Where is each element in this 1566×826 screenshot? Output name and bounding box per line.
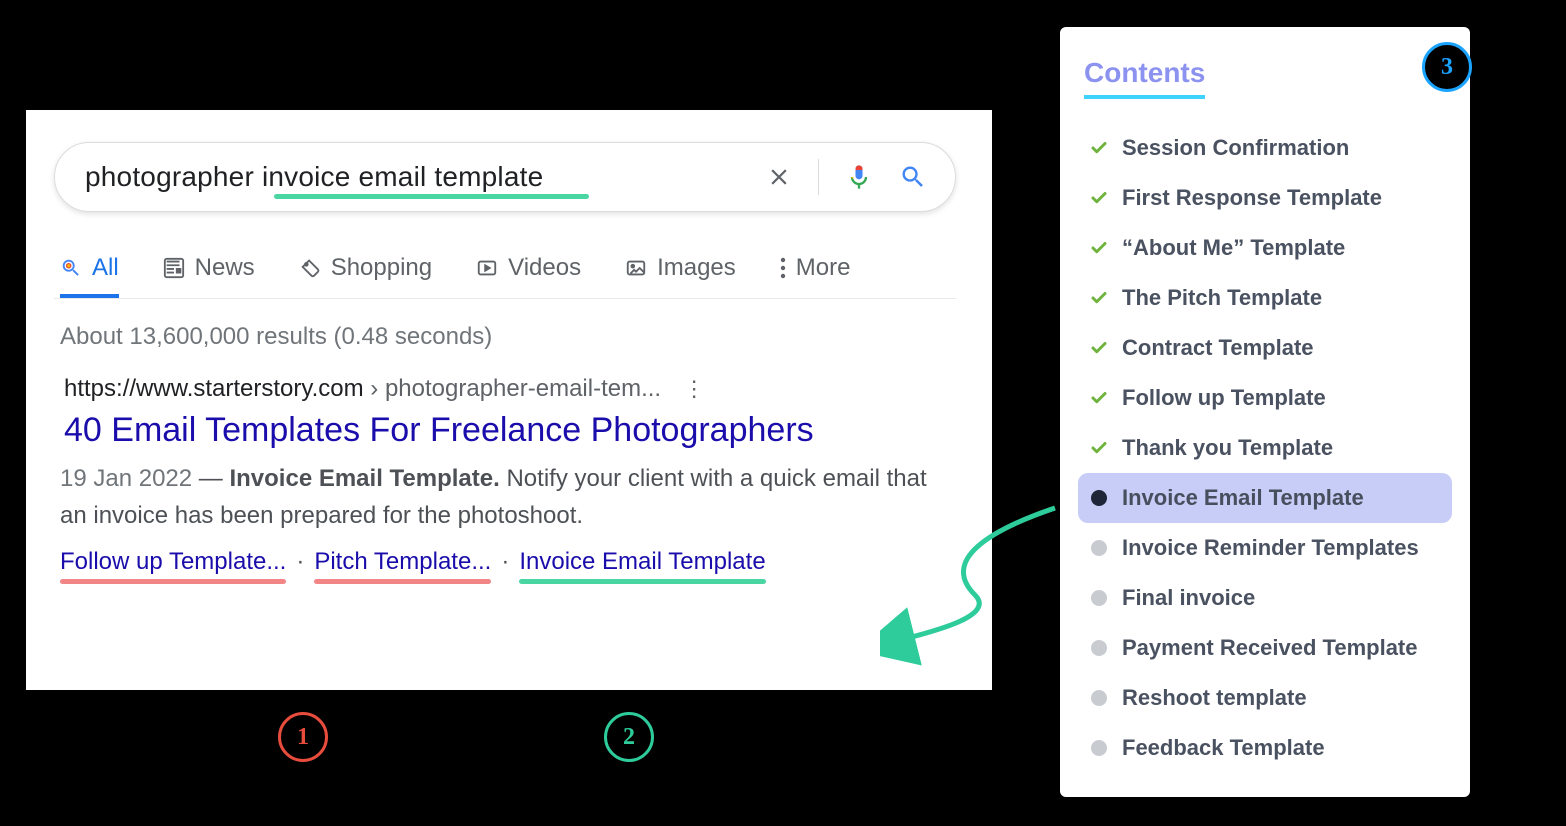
dot-icon xyxy=(1090,689,1108,707)
toc-item-label: Follow up Template xyxy=(1122,385,1326,411)
tab-label: Shopping xyxy=(331,254,432,282)
dot-icon xyxy=(1090,489,1108,507)
tab-label: More xyxy=(796,254,851,282)
toc-title: Contents xyxy=(1084,57,1205,99)
mic-icon[interactable] xyxy=(845,163,873,191)
serp-tab-shopping[interactable]: Shopping xyxy=(299,248,432,298)
result-stats: About 13,600,000 results (0.48 seconds) xyxy=(54,323,956,351)
toc-item[interactable]: Feedback Template xyxy=(1078,723,1452,773)
serp-tab-videos[interactable]: Videos xyxy=(476,248,581,298)
url-domain: https://www.starterstory.com xyxy=(64,375,364,402)
toc-item-label: Invoice Reminder Templates xyxy=(1122,535,1419,561)
toc-item[interactable]: Invoice Email Template xyxy=(1078,473,1452,523)
query-highlight xyxy=(274,194,589,199)
serp-tab-images[interactable]: Images xyxy=(625,248,736,298)
search-icon[interactable] xyxy=(899,163,927,191)
jump-link[interactable]: Pitch Template... xyxy=(314,548,491,582)
jump-link[interactable]: Follow up Template... xyxy=(60,548,286,582)
toc-item-label: Feedback Template xyxy=(1122,735,1325,761)
toc-item-label: Invoice Email Template xyxy=(1122,485,1364,511)
url-path: › photographer-email-tem... xyxy=(364,375,661,402)
toc-item-label: Contract Template xyxy=(1122,335,1314,361)
toc-item-label: Reshoot template xyxy=(1122,685,1307,711)
toc-item[interactable]: Thank you Template xyxy=(1078,423,1452,473)
serp-tab-news[interactable]: News xyxy=(163,248,255,298)
check-icon xyxy=(1090,389,1108,407)
jump-link[interactable]: Invoice Email Template xyxy=(519,548,765,582)
serp-tab-more[interactable]: More xyxy=(780,248,851,298)
check-icon xyxy=(1090,239,1108,257)
tab-label: Videos xyxy=(508,254,581,282)
result-menu-icon[interactable]: ⋮ xyxy=(679,376,709,402)
toc-item-label: Session Confirmation xyxy=(1122,135,1349,161)
tab-label: News xyxy=(195,254,255,282)
serp-panel: photographer invoice email template All N… xyxy=(26,110,992,690)
all-icon xyxy=(60,257,82,279)
tab-label: Images xyxy=(657,254,736,282)
news-icon xyxy=(163,257,185,279)
badge-2: 2 xyxy=(604,712,654,762)
check-icon xyxy=(1090,139,1108,157)
more-icon xyxy=(780,257,786,279)
dot-icon xyxy=(1090,539,1108,557)
separator: · xyxy=(499,548,511,576)
toc-item[interactable]: The Pitch Template xyxy=(1078,273,1452,323)
badge-3: 3 xyxy=(1422,42,1472,92)
toc-item[interactable]: Reshoot template xyxy=(1078,673,1452,723)
toc-item-label: The Pitch Template xyxy=(1122,285,1322,311)
check-icon xyxy=(1090,289,1108,307)
toc-item-label: Thank you Template xyxy=(1122,435,1333,461)
toc-item[interactable]: Contract Template xyxy=(1078,323,1452,373)
jump-link-underline xyxy=(314,579,491,584)
divider xyxy=(818,159,819,195)
dot-icon xyxy=(1090,739,1108,757)
clear-icon[interactable] xyxy=(766,164,792,190)
videos-icon xyxy=(476,257,498,279)
check-icon xyxy=(1090,189,1108,207)
result-date: 19 Jan 2022 xyxy=(60,465,192,492)
check-icon xyxy=(1090,439,1108,457)
dot-icon xyxy=(1090,639,1108,657)
toc-item[interactable]: First Response Template xyxy=(1078,173,1452,223)
jump-link-underline xyxy=(519,579,765,584)
toc-item[interactable]: Final invoice xyxy=(1078,573,1452,623)
search-bar[interactable]: photographer invoice email template xyxy=(54,142,956,212)
toc-item-label: Payment Received Template xyxy=(1122,635,1418,661)
serp-tab-all[interactable]: All xyxy=(60,248,119,298)
tab-label: All xyxy=(92,254,119,282)
search-query-wrap: photographer invoice email template xyxy=(85,161,766,193)
jump-links: Follow up Template... · Pitch Template... ·… xyxy=(60,548,956,582)
toc-item-label: “About Me” Template xyxy=(1122,235,1345,261)
search-query[interactable]: photographer invoice email template xyxy=(85,161,543,192)
result-url[interactable]: https://www.starterstory.com › photograp… xyxy=(64,375,956,403)
toc-item[interactable]: Invoice Reminder Templates xyxy=(1078,523,1452,573)
jump-link-underline xyxy=(60,579,286,584)
toc-item[interactable]: Session Confirmation xyxy=(1078,123,1452,173)
serp-tabs: All News Shopping Videos Images More xyxy=(54,248,956,299)
dot-icon xyxy=(1090,589,1108,607)
shopping-icon xyxy=(299,257,321,279)
images-icon xyxy=(625,257,647,279)
toc-list: Session Confirmation First Response Templ… xyxy=(1078,123,1452,773)
result-bold: Invoice Email Template. xyxy=(229,465,499,492)
toc-item-label: First Response Template xyxy=(1122,185,1382,211)
toc-panel: Contents Session Confirmation First Respo… xyxy=(1060,27,1470,797)
check-icon xyxy=(1090,339,1108,357)
toc-item[interactable]: “About Me” Template xyxy=(1078,223,1452,273)
search-result: https://www.starterstory.com › photograp… xyxy=(54,375,956,582)
separator: · xyxy=(294,548,306,576)
toc-item[interactable]: Follow up Template xyxy=(1078,373,1452,423)
result-title[interactable]: 40 Email Templates For Freelance Photogr… xyxy=(64,411,956,450)
search-bar-icons xyxy=(766,159,927,195)
toc-item[interactable]: Payment Received Template xyxy=(1078,623,1452,673)
badge-1: 1 xyxy=(278,712,328,762)
toc-item-label: Final invoice xyxy=(1122,585,1255,611)
result-description: 19 Jan 2022 — Invoice Email Template. No… xyxy=(60,460,956,534)
